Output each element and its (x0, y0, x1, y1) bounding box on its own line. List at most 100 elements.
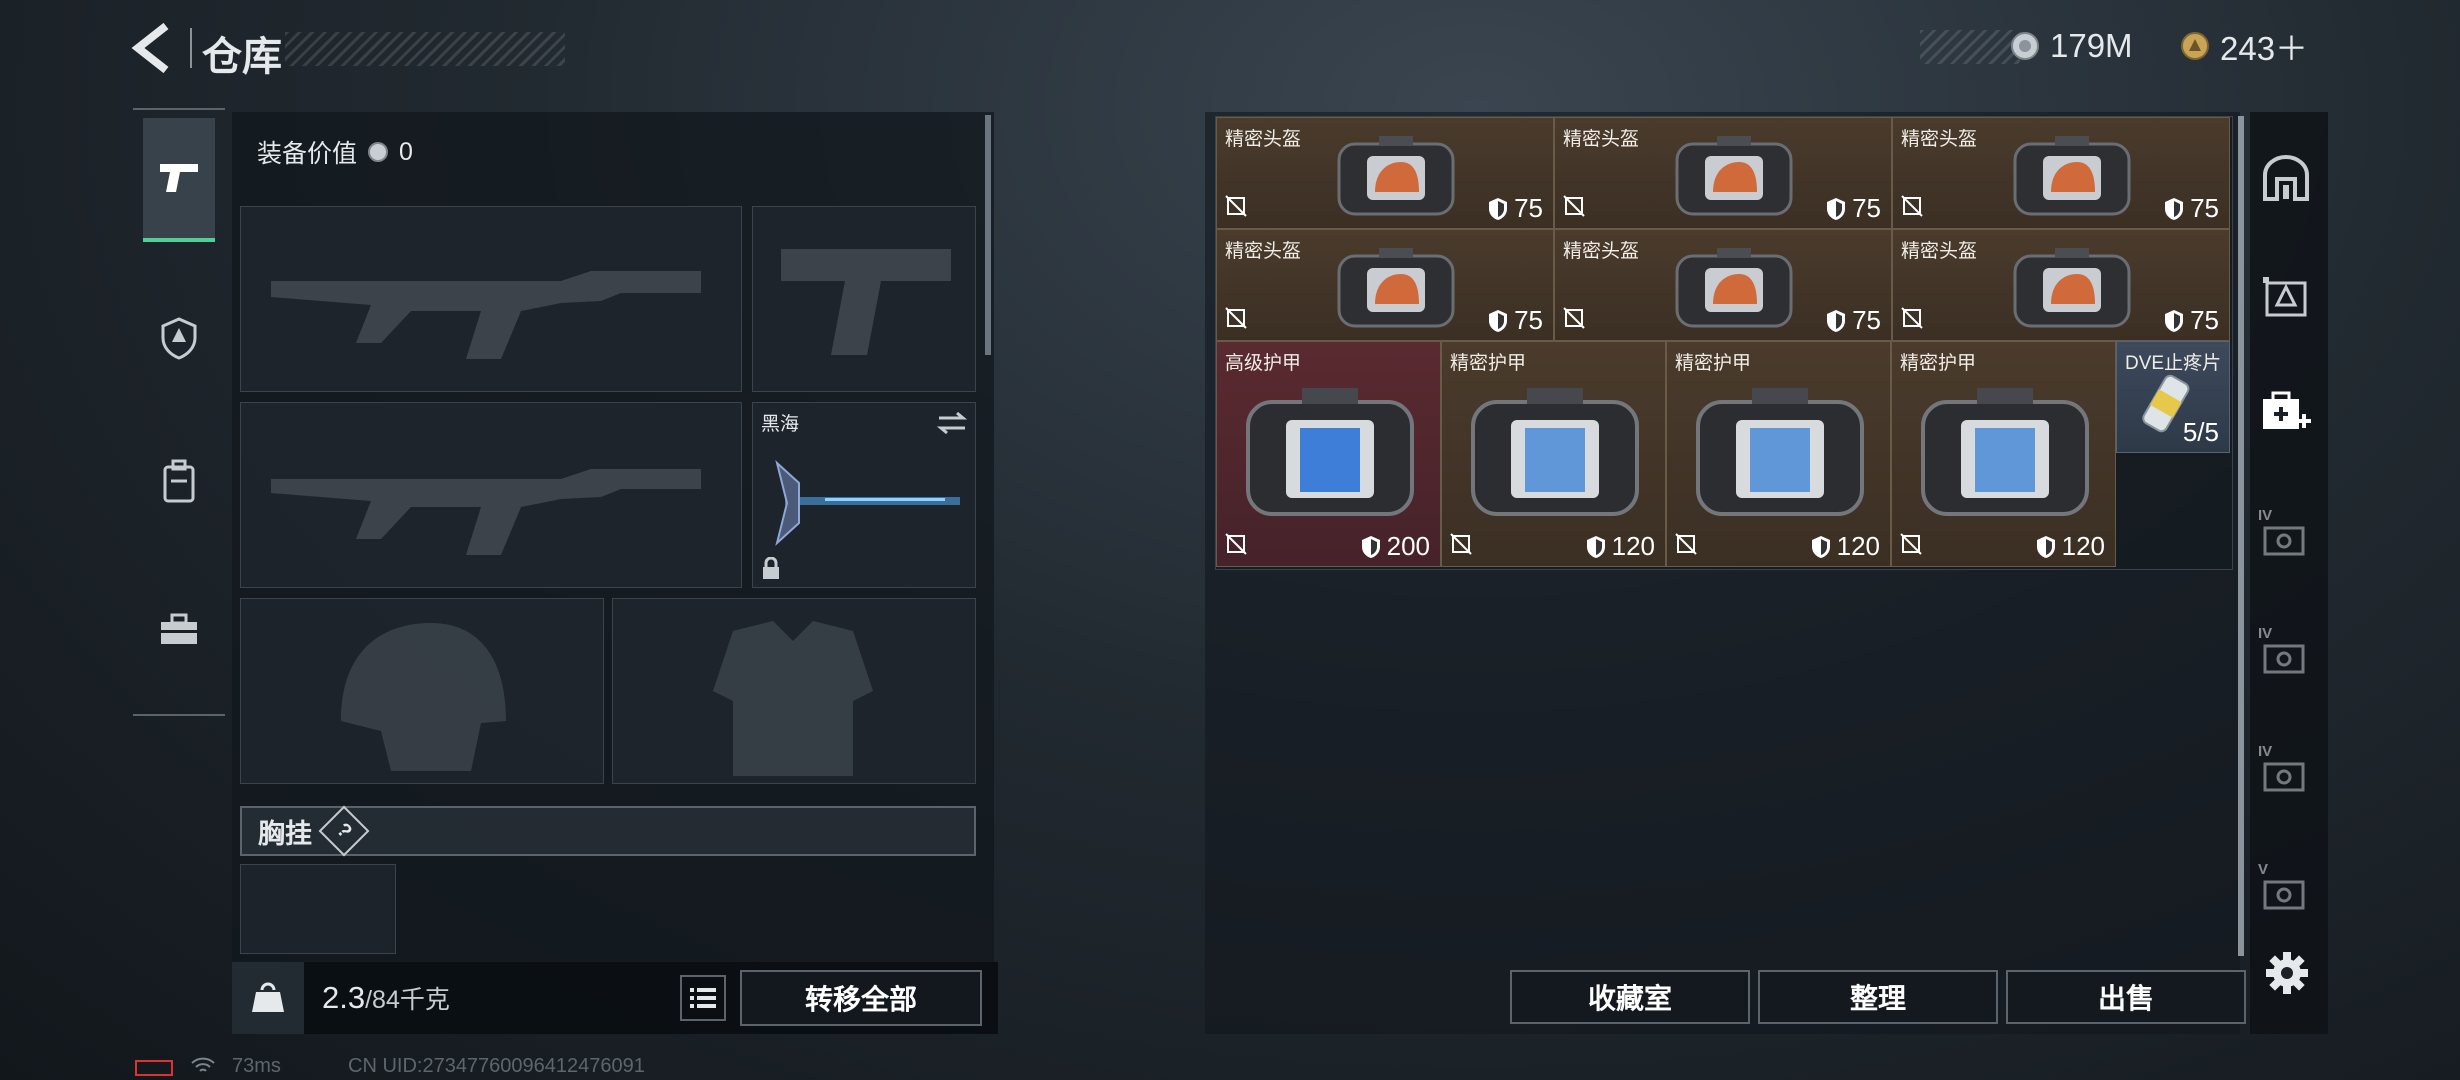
item-name: 精密头盔 (1563, 241, 1640, 262)
gear-icon (2266, 952, 2308, 994)
swap-icon[interactable] (937, 411, 967, 435)
stash-item-helmet[interactable]: 精密头盔 75 (1554, 117, 1892, 229)
tab-helmet[interactable] (143, 278, 215, 398)
melee-name: 黑海 (761, 414, 800, 435)
tab-storage-iv-2[interactable]: IV (2250, 600, 2322, 700)
item-value: 120 (1811, 531, 1880, 562)
stash-item-med[interactable]: DVE止疼片 5/5 (2116, 341, 2230, 453)
armor-case-icon (1920, 388, 2089, 516)
no-trade-badge (1225, 533, 1247, 560)
title-hatch (285, 32, 565, 66)
no-trade-badge (1225, 195, 1247, 222)
stash-item-helmet[interactable]: 精密头盔 75 (1554, 229, 1892, 341)
sort-button[interactable]: 整理 (1758, 970, 1998, 1024)
tab-storage-iv-3[interactable]: IV (2250, 718, 2322, 818)
helmet-case-icon (1675, 136, 1793, 216)
tab-storage-v[interactable]: V (2250, 836, 2322, 936)
currency-gold[interactable]: 243＋ (2180, 24, 2308, 68)
chest-rig-label: 胸挂 (258, 818, 312, 849)
back-button[interactable] (130, 22, 190, 78)
tab-storage-iv-1[interactable]: IV (2250, 482, 2322, 582)
lock-icon (763, 557, 779, 579)
stash-scrollbar[interactable] (2238, 116, 2244, 956)
item-value: 75 (2164, 305, 2219, 336)
tier-label: V (2258, 860, 2269, 878)
durability-shield-icon (1586, 535, 1605, 558)
no-trade-icon (1563, 307, 1585, 329)
help-icon[interactable]: ? (318, 805, 370, 857)
transfer-all-button[interactable]: 转移全部 (740, 970, 982, 1026)
toolbox-icon (161, 613, 197, 644)
collection-room-button[interactable]: 收藏室 (1510, 970, 1750, 1024)
melee-slot[interactable]: 黑海 (752, 402, 976, 588)
no-trade-icon (1450, 533, 1472, 555)
backpack-icon (163, 459, 195, 503)
item-value: 75 (1488, 305, 1543, 336)
stash-item-armor[interactable]: 精密护甲 120 (1666, 341, 1891, 567)
tab-toolbox[interactable] (143, 570, 215, 690)
no-trade-icon (1563, 195, 1585, 217)
weight-readout: 2.3 /84千克 (322, 980, 450, 1016)
item-name: 精密头盔 (1901, 129, 1978, 150)
equip-value-amount: 0 (399, 137, 413, 166)
item-value-text: 75 (2190, 193, 2219, 223)
pistol-silhouette-icon (781, 249, 951, 355)
vault-icon (2263, 155, 2309, 201)
helmet-silhouette-icon (341, 623, 506, 771)
gold-coin-icon (2181, 32, 2209, 60)
primary-weapon-slot[interactable] (240, 206, 742, 392)
durability-shield-icon (1811, 535, 1830, 558)
durability-shield-icon (1489, 197, 1508, 220)
sidearm-slot[interactable] (752, 206, 976, 392)
stash-item-helmet[interactable]: 精密头盔 75 (1892, 229, 2230, 341)
tab-medical-storage[interactable] (2250, 364, 2322, 464)
sell-button[interactable]: 出售 (2006, 970, 2246, 1024)
stash-item-armor[interactable]: 高级护甲 200 (1216, 341, 1441, 567)
item-name: 精密头盔 (1901, 241, 1978, 262)
armor-slot[interactable] (612, 598, 976, 784)
stash-item-helmet[interactable]: 精密头盔 75 (1216, 229, 1554, 341)
durability-shield-icon (1827, 197, 1846, 220)
medkit-plus-icon (2263, 391, 2311, 429)
durability-shield-icon (1827, 309, 1846, 332)
loadout-scrollbar[interactable] (985, 115, 991, 355)
helmet-shield-icon (161, 317, 197, 360)
stash-item-armor[interactable]: 精密护甲 120 (1891, 341, 2116, 567)
tab-weapons[interactable] (143, 118, 215, 242)
currency-hatch (1920, 30, 2020, 64)
stash-item-helmet[interactable]: 精密头盔 75 (1892, 117, 2230, 229)
no-trade-icon (1225, 307, 1247, 329)
no-trade-icon (1900, 533, 1922, 555)
locked-storage-icon (2263, 526, 2305, 555)
durability-shield-icon (2036, 535, 2055, 558)
item-value-text: 75 (1514, 305, 1543, 335)
stash-item-armor[interactable]: 精密护甲 120 (1441, 341, 1666, 567)
rifle-silhouette-icon (271, 271, 701, 359)
vest-silhouette-icon (713, 621, 873, 776)
item-name: 精密头盔 (1225, 129, 1302, 150)
helmet-slot[interactable] (240, 598, 604, 784)
settings-button[interactable] (2264, 950, 2310, 996)
silver-amount: 179M (2050, 27, 2133, 64)
item-name: 精密头盔 (1225, 241, 1302, 262)
locked-storage-icon (2263, 644, 2305, 673)
item-name: DVE止疼片 (2125, 353, 2222, 374)
no-trade-icon (1675, 533, 1697, 555)
tab-stash-home[interactable] (2250, 128, 2322, 228)
item-value-text: 75 (1852, 305, 1881, 335)
rifle-silhouette-icon (271, 469, 701, 555)
tab-backpack[interactable] (143, 422, 215, 542)
helmet-case-icon (1675, 248, 1793, 328)
currency-silver[interactable]: 179M (2010, 24, 2133, 68)
stash-item-helmet[interactable]: 精密头盔 75 (1216, 117, 1554, 229)
secondary-weapon-slot[interactable] (240, 402, 742, 588)
armor-case-icon (1245, 388, 1414, 516)
tab-armory-storage[interactable] (2250, 246, 2322, 346)
list-view-button[interactable] (680, 975, 726, 1021)
item-name: 精密头盔 (1563, 129, 1640, 150)
item-value-text: 120 (2061, 531, 2105, 561)
chest-rig-slot[interactable] (240, 864, 396, 954)
helmet-case-icon (1337, 136, 1455, 216)
tier-label: IV (2258, 506, 2273, 524)
no-trade-icon (1225, 533, 1247, 555)
